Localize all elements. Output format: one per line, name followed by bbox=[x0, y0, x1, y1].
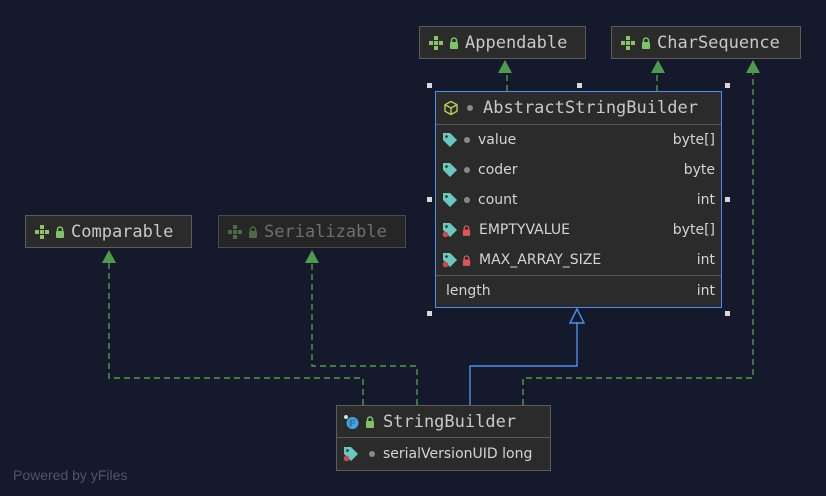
field-name: count bbox=[478, 192, 518, 208]
field-type: int bbox=[696, 252, 715, 268]
static-final-field-icon bbox=[442, 223, 457, 238]
field-name: MAX_ARRAY_SIZE bbox=[479, 252, 602, 268]
interface-name: Appendable bbox=[465, 32, 568, 53]
lock-icon bbox=[462, 254, 471, 266]
selection-handle[interactable] bbox=[427, 83, 432, 88]
arrow-abstract bbox=[568, 307, 586, 324]
field-row[interactable]: count int bbox=[436, 185, 721, 215]
field-row[interactable]: coder byte bbox=[436, 155, 721, 185]
visibility-dot-icon bbox=[464, 167, 470, 173]
interface-appendable[interactable]: Appendable bbox=[419, 26, 586, 59]
selection-handle[interactable] bbox=[577, 83, 582, 88]
interface-name: CharSequence bbox=[657, 32, 780, 53]
arrow-serializable bbox=[305, 250, 319, 263]
selection-handle[interactable] bbox=[725, 83, 730, 88]
interface-serializable[interactable]: Serializable bbox=[218, 215, 406, 248]
visibility-dot-icon bbox=[369, 451, 375, 457]
lock-icon bbox=[462, 224, 471, 236]
selection-handle[interactable] bbox=[725, 311, 730, 316]
interface-name: Comparable bbox=[71, 221, 174, 242]
class-header: StringBuilder bbox=[337, 406, 550, 438]
class-header: AbstractStringBuilder bbox=[436, 92, 721, 125]
class-name: AbstractStringBuilder bbox=[483, 98, 698, 118]
arrow-charsequence-2 bbox=[651, 60, 665, 73]
field-type: byte bbox=[683, 162, 715, 178]
edge-stringbuilder-comparable bbox=[108, 262, 364, 405]
field-name: coder bbox=[478, 162, 518, 178]
arrow-comparable bbox=[102, 250, 116, 263]
lock-icon bbox=[56, 225, 64, 238]
field-type: byte[] bbox=[672, 222, 715, 238]
field-name: value bbox=[478, 132, 517, 148]
field-row[interactable]: MAX_ARRAY_SIZE int bbox=[436, 245, 721, 275]
static-final-field-icon bbox=[442, 253, 457, 268]
interface-comparable[interactable]: Comparable bbox=[25, 215, 192, 248]
abstract-class-icon bbox=[444, 100, 458, 116]
field-row[interactable]: value byte[] bbox=[436, 125, 721, 155]
static-final-field-icon bbox=[343, 447, 358, 462]
lock-icon bbox=[642, 36, 650, 49]
edge-stringbuilder-serializable bbox=[311, 262, 418, 405]
field-icon bbox=[443, 133, 457, 147]
field-row[interactable]: EMPTYVALUE byte[] bbox=[436, 215, 721, 245]
interface-name: Serializable bbox=[264, 221, 387, 242]
arrow-appendable bbox=[498, 60, 512, 73]
field-icon bbox=[443, 193, 457, 207]
visibility-dot-icon bbox=[464, 137, 470, 143]
visibility-dot-icon bbox=[464, 197, 470, 203]
class-stringbuilder[interactable]: StringBuilder serialVersionUID long bbox=[336, 405, 551, 471]
field-name: EMPTYVALUE bbox=[479, 222, 570, 238]
property-type: int bbox=[696, 283, 715, 299]
property-name: length bbox=[446, 283, 491, 299]
field-icon bbox=[443, 163, 457, 177]
selection-handle[interactable] bbox=[427, 311, 432, 316]
lock-icon bbox=[450, 36, 458, 49]
interface-icon bbox=[35, 224, 49, 239]
selection-handle[interactable] bbox=[427, 197, 432, 202]
interface-icon bbox=[429, 35, 443, 50]
final-class-icon bbox=[344, 414, 359, 429]
field-label: serialVersionUID long bbox=[383, 446, 533, 462]
lock-icon bbox=[366, 415, 374, 428]
interface-charsequence[interactable]: CharSequence bbox=[611, 26, 801, 59]
class-name: StringBuilder bbox=[383, 411, 517, 432]
class-abstractstringbuilder[interactable]: AbstractStringBuilder value byte[] coder… bbox=[435, 91, 722, 308]
interface-icon bbox=[621, 35, 635, 50]
property-row[interactable]: length int bbox=[436, 276, 721, 306]
lock-icon bbox=[249, 225, 257, 238]
field-type: int bbox=[696, 192, 715, 208]
visibility-dot-icon bbox=[467, 105, 473, 111]
field-type: byte[] bbox=[672, 132, 715, 148]
selection-handle[interactable] bbox=[725, 197, 730, 202]
interface-icon bbox=[228, 224, 242, 239]
field-row[interactable]: serialVersionUID long bbox=[337, 438, 550, 470]
footer-watermark: Powered by yFiles bbox=[13, 467, 128, 483]
arrow-charsequence-1 bbox=[746, 60, 760, 73]
